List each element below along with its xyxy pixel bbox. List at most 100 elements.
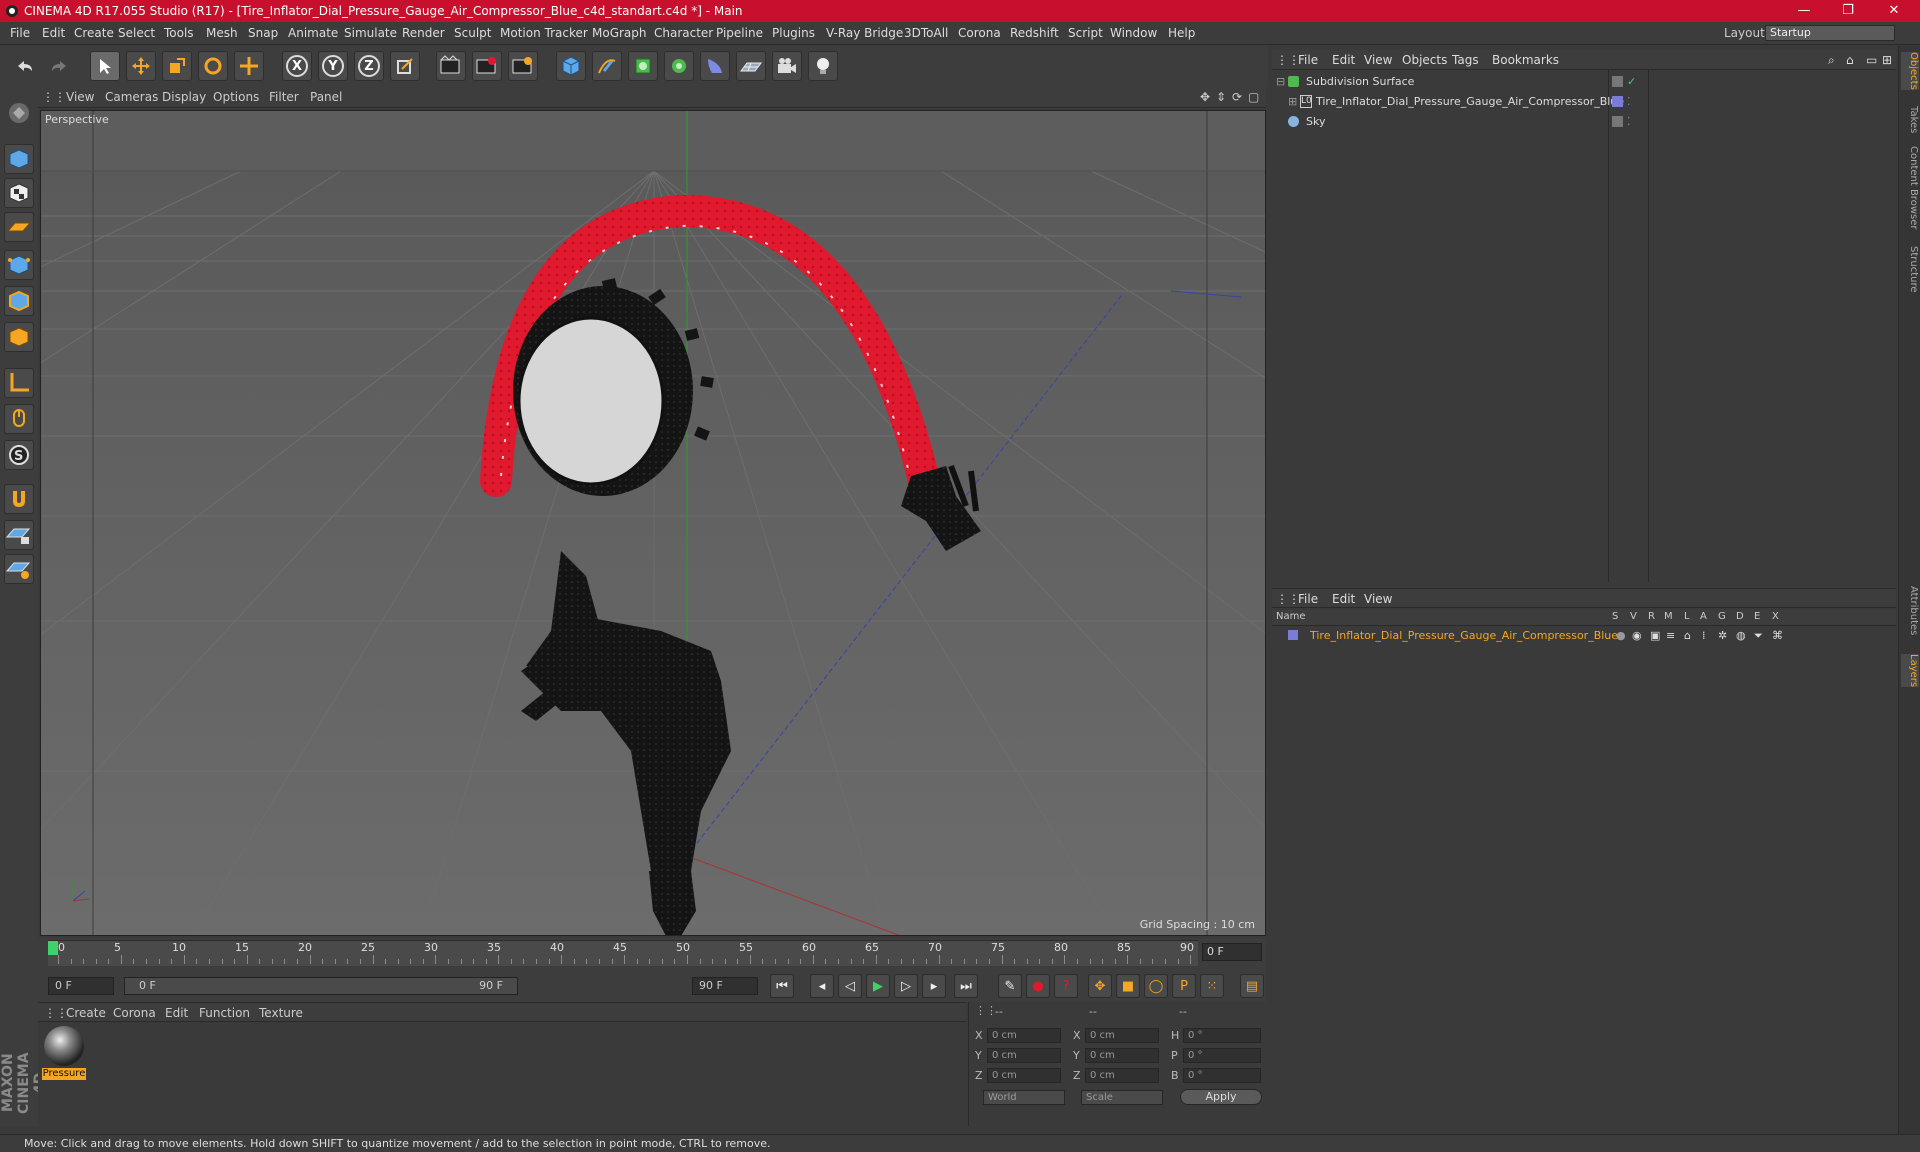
menu-tools[interactable]: Tools (164, 26, 194, 40)
menu-help[interactable]: Help (1168, 26, 1195, 40)
object-row-subdivision-surface[interactable]: ⊟ Subdivision Surface ✓ (1272, 72, 1896, 92)
object-name[interactable]: Subdivision Surface (1306, 72, 1414, 92)
menu-simulate[interactable]: Simulate (344, 26, 397, 40)
tab-attributes[interactable]: Attributes (1901, 586, 1919, 635)
frame-range-slider[interactable]: 0 F 90 F (124, 977, 518, 995)
position-y-field[interactable]: 0 cm (987, 1048, 1061, 1063)
position-z-field[interactable]: 0 cm (987, 1068, 1061, 1083)
viewport-menu-display[interactable]: Display (162, 90, 206, 104)
light-icon[interactable] (808, 51, 838, 81)
current-frame-field[interactable]: 0 F (1202, 943, 1262, 961)
scale-tool-icon[interactable] (162, 51, 192, 81)
cloner-icon[interactable] (664, 51, 694, 81)
make-editable-icon[interactable] (4, 98, 34, 128)
size-mode-select[interactable]: Scale (1081, 1090, 1163, 1105)
menu-motion-tracker[interactable]: Motion Tracker (500, 26, 588, 40)
layer-menu-view[interactable]: View (1364, 592, 1392, 606)
timeline-ruler[interactable]: 0 5 10 15 20 25 30 35 40 45 50 55 60 65 … (48, 940, 1198, 966)
layer-manager-icon[interactable]: ≡ (1666, 626, 1675, 646)
deformer-icon[interactable] (700, 51, 730, 81)
viewport-menu-cameras[interactable]: Cameras (105, 90, 158, 104)
viewport-menu-options[interactable]: Options (213, 90, 259, 104)
size-y-field[interactable]: 0 cm (1085, 1048, 1159, 1063)
axis-x-button[interactable]: X (282, 51, 312, 81)
tab-structure[interactable]: Structure (1901, 246, 1919, 293)
key-rotation-icon[interactable]: ◯ (1144, 974, 1168, 998)
tab-takes[interactable]: Takes (1901, 106, 1919, 133)
layer-row[interactable]: Tire_Inflator_Dial_Pressure_Gauge_Air_Co… (1272, 626, 1896, 646)
object-menu-view[interactable]: View (1364, 53, 1392, 67)
menu-pipeline[interactable]: Pipeline (716, 26, 763, 40)
menu-redshift[interactable]: Redshift (1010, 26, 1059, 40)
tab-content-browser[interactable]: Content Browser (1901, 146, 1919, 229)
start-frame-field[interactable]: 0 F (48, 977, 114, 995)
lock-workplane-icon[interactable] (4, 520, 34, 550)
menu-window[interactable]: Window (1110, 26, 1157, 40)
layer-view-icon[interactable]: ◉ (1632, 626, 1642, 646)
layer-expressions-icon[interactable]: ⏷ (1754, 626, 1763, 646)
viewport-maximize-icon[interactable]: ▢ (1248, 90, 1259, 104)
layer-menu-edit[interactable]: Edit (1332, 592, 1355, 606)
next-frame-icon[interactable]: ▷ (894, 974, 918, 998)
tab-layers[interactable]: Layers (1901, 654, 1919, 688)
menu-select[interactable]: Select (118, 26, 155, 40)
go-to-start-icon[interactable]: ⏮ (770, 974, 794, 998)
key-pla-icon[interactable]: ⁙ (1200, 974, 1224, 998)
material-menu-create[interactable]: Create (66, 1006, 106, 1020)
keyframe-selection-icon[interactable]: ? (1054, 974, 1078, 998)
viewport-zoom-icon[interactable]: ⇕ (1216, 90, 1226, 104)
timeline-window-icon[interactable]: ▤ (1240, 974, 1264, 998)
layer-xref-icon[interactable]: ⌘ (1772, 626, 1783, 646)
object-menu-tags[interactable]: Tags (1452, 53, 1479, 67)
material-name[interactable]: Pressure (42, 1068, 86, 1080)
menu-snap[interactable]: Snap (248, 26, 278, 40)
viewport-menu-view[interactable]: View (66, 90, 94, 104)
render-region-icon[interactable] (472, 51, 502, 81)
play-icon[interactable]: ▶ (866, 974, 890, 998)
material-preview[interactable] (44, 1026, 84, 1066)
coordinate-mode-select[interactable]: World (983, 1090, 1065, 1105)
menu-3dtoall[interactable]: 3DToAll (904, 26, 948, 40)
texture-mode-icon[interactable] (4, 178, 34, 208)
object-home-icon[interactable]: ⌂ (1846, 53, 1854, 67)
model-mode-icon[interactable] (4, 144, 34, 174)
axis-z-button[interactable]: Z (354, 51, 384, 81)
material-menu-edit[interactable]: Edit (165, 1006, 188, 1020)
snap-magnet-icon[interactable] (4, 484, 34, 514)
previous-frame-icon[interactable]: ◁ (838, 974, 862, 998)
solo-mode-icon[interactable]: S (4, 440, 34, 470)
object-search-icon[interactable]: ⌕ (1828, 53, 1835, 68)
layer-render-icon[interactable]: ▣ (1650, 626, 1660, 646)
end-frame-field[interactable]: 90 F (692, 977, 758, 995)
layer-menu-file[interactable]: File (1298, 592, 1318, 606)
axis-y-button[interactable]: Y (318, 51, 348, 81)
playhead-marker[interactable] (48, 941, 58, 955)
rotation-b-field[interactable]: 0 ° (1183, 1068, 1261, 1083)
menu-render[interactable]: Render (402, 26, 445, 40)
layer-solo-icon[interactable]: ● (1616, 626, 1626, 646)
timeline[interactable]: 0 5 10 15 20 25 30 35 40 45 50 55 60 65 … (38, 938, 1266, 970)
move-tool-icon[interactable] (126, 51, 156, 81)
enabled-check-icon[interactable]: ✓ (1627, 72, 1636, 92)
menu-plugins[interactable]: Plugins (772, 26, 815, 40)
visibility-dots-icon[interactable]: ⁚ (1627, 92, 1631, 112)
material-menu-corona[interactable]: Corona (113, 1006, 156, 1020)
next-key-icon[interactable]: ▸ (922, 974, 946, 998)
object-menu-file[interactable]: File (1298, 53, 1318, 67)
go-to-end-icon[interactable]: ⏭ (954, 974, 978, 998)
menu-corona[interactable]: Corona (958, 26, 1001, 40)
render-settings-icon[interactable] (508, 51, 538, 81)
planar-workplane-icon[interactable] (4, 554, 34, 584)
layer-animation-icon[interactable]: ⁞ (1702, 626, 1706, 646)
redo-icon[interactable] (44, 51, 74, 81)
layout-select[interactable]: Startup (1765, 25, 1895, 41)
menu-create[interactable]: Create (74, 26, 114, 40)
maximize-button[interactable]: ❐ (1826, 0, 1870, 22)
autokey-icon[interactable]: ● (1026, 974, 1050, 998)
menu-sculpt[interactable]: Sculpt (454, 26, 491, 40)
camera-icon[interactable] (772, 51, 802, 81)
points-mode-icon[interactable] (4, 250, 34, 280)
cube-primitive-icon[interactable] (556, 51, 586, 81)
layer-name[interactable]: Tire_Inflator_Dial_Pressure_Gauge_Air_Co… (1310, 626, 1618, 646)
render-view-icon[interactable] (436, 51, 466, 81)
